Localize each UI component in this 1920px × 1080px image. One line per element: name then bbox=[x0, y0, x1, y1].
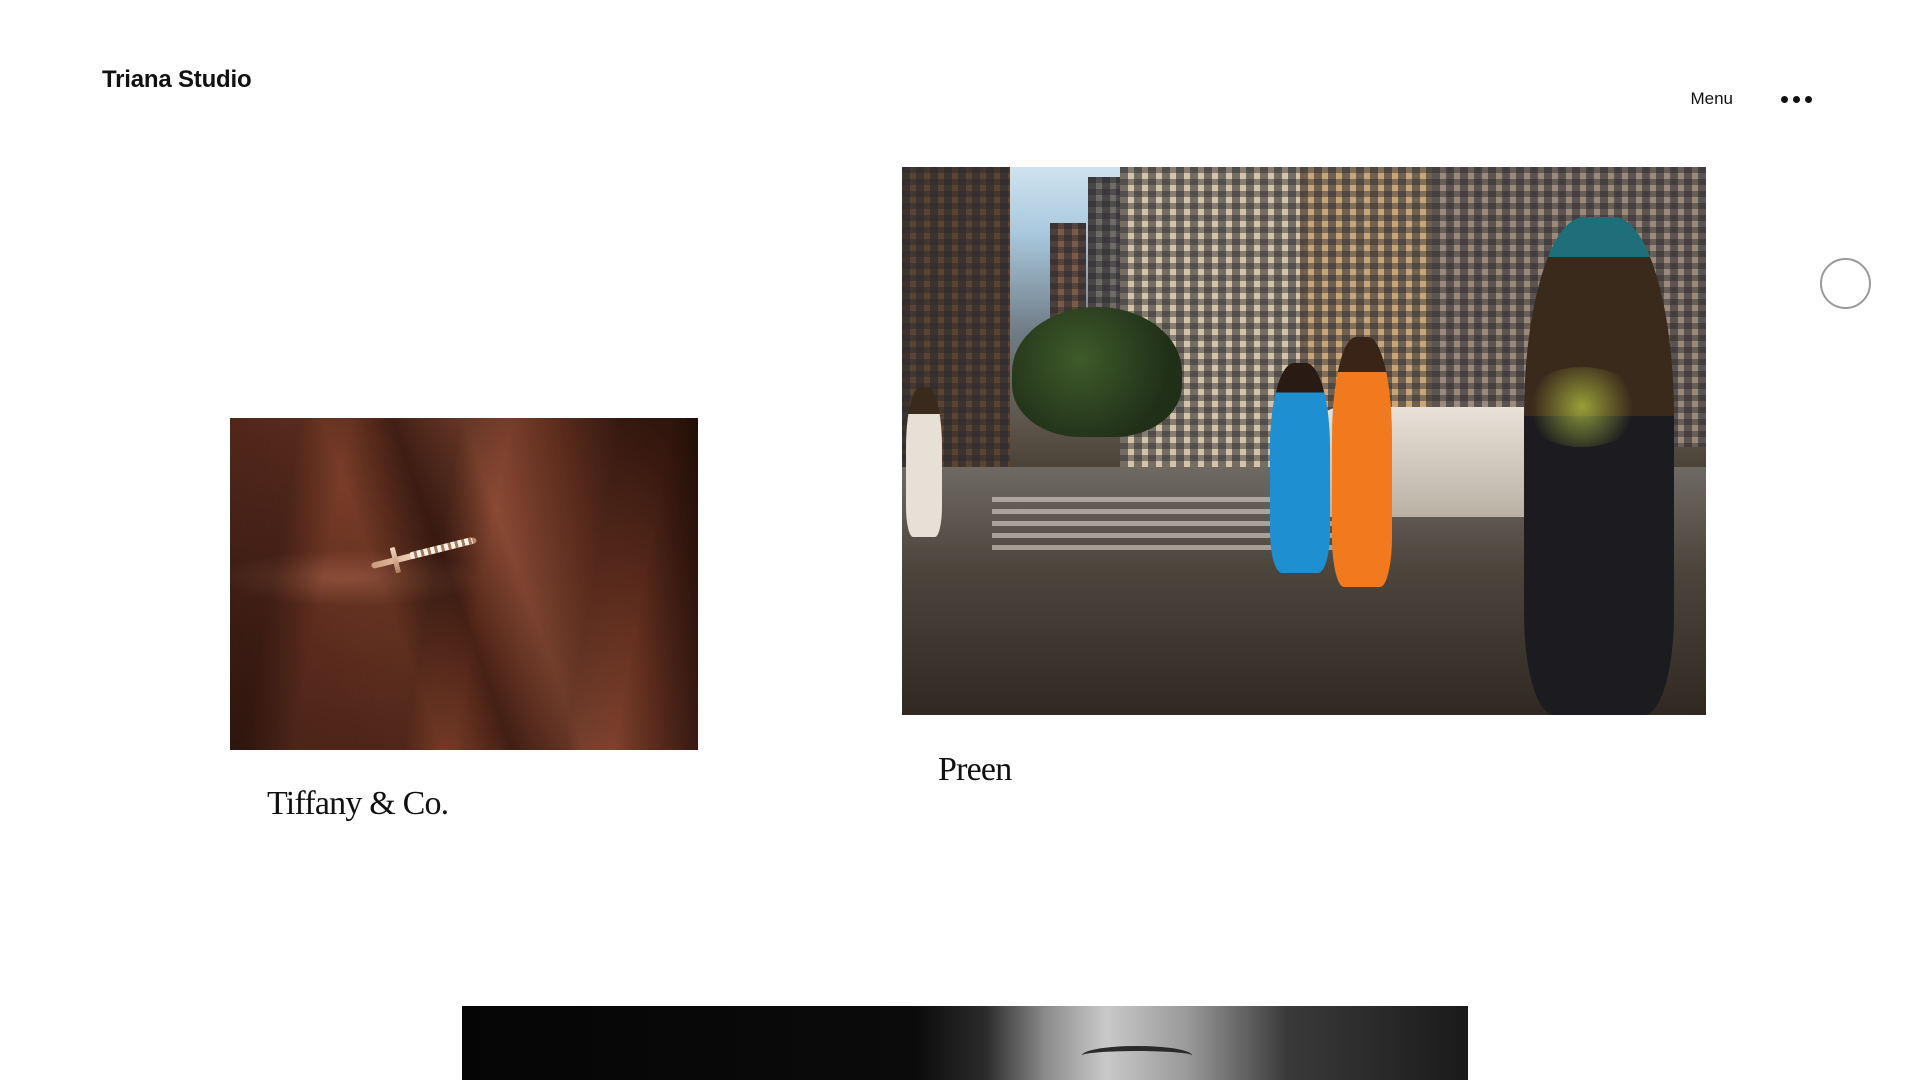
hand-with-ring-photo bbox=[230, 418, 698, 750]
ring-graphic bbox=[370, 533, 478, 574]
menu-button[interactable]: Menu bbox=[1690, 88, 1812, 110]
project-card-portrait[interactable] bbox=[462, 1006, 1468, 1080]
menu-label: Menu bbox=[1690, 89, 1733, 108]
black-and-white-portrait-photo bbox=[462, 1006, 1468, 1080]
project-card-tiffany[interactable]: Tiffany & Co. bbox=[230, 418, 698, 822]
project-title-tiffany: Tiffany & Co. bbox=[267, 785, 449, 822]
cursor-circle-icon bbox=[1820, 258, 1871, 309]
brand-logo-link[interactable]: Triana Studio bbox=[102, 66, 252, 94]
project-card-preen[interactable]: Preen bbox=[902, 167, 1706, 788]
project-title-preen: Preen bbox=[938, 751, 1012, 788]
more-dots-icon bbox=[1781, 95, 1812, 103]
city-street-fashion-photo bbox=[902, 167, 1706, 715]
